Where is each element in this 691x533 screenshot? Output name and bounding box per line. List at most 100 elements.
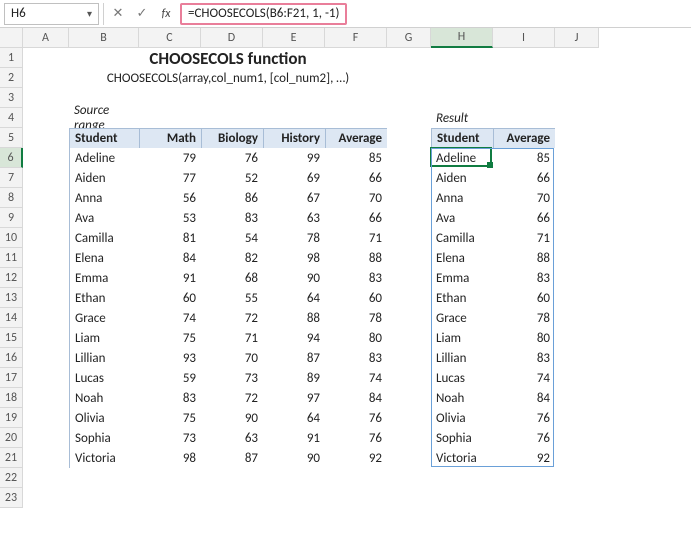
cell[interactable] <box>387 328 431 348</box>
table-cell[interactable]: 71 <box>201 328 263 348</box>
select-all-corner[interactable] <box>0 28 23 48</box>
row-header[interactable]: 6 <box>0 148 23 168</box>
table-cell[interactable]: 99 <box>263 148 325 168</box>
table-cell[interactable]: 83 <box>493 348 555 368</box>
cell[interactable] <box>263 488 325 508</box>
table-cell[interactable]: 59 <box>139 368 201 388</box>
cell[interactable] <box>387 468 431 488</box>
table-cell[interactable]: Grace <box>69 308 139 328</box>
cell[interactable] <box>387 448 431 468</box>
table-cell[interactable]: 55 <box>201 288 263 308</box>
col-header[interactable]: G <box>387 28 431 48</box>
col-header[interactable]: I <box>493 28 555 48</box>
table-cell[interactable]: 84 <box>493 388 555 408</box>
cell[interactable] <box>69 488 139 508</box>
cell[interactable] <box>555 208 599 228</box>
table-cell[interactable]: Lillian <box>431 348 493 368</box>
cell[interactable] <box>325 468 387 488</box>
table-cell[interactable]: 86 <box>201 188 263 208</box>
cell[interactable] <box>555 328 599 348</box>
table-cell[interactable]: Olivia <box>431 408 493 428</box>
cell[interactable] <box>23 148 69 168</box>
table-cell[interactable]: Liam <box>69 328 139 348</box>
cell[interactable] <box>493 88 555 108</box>
table-cell[interactable]: 52 <box>201 168 263 188</box>
table-cell[interactable]: 74 <box>325 368 387 388</box>
table-cell[interactable]: 93 <box>139 348 201 368</box>
cell[interactable] <box>23 488 69 508</box>
row-header[interactable]: 21 <box>0 448 23 468</box>
table-cell[interactable]: 87 <box>263 348 325 368</box>
cell[interactable] <box>387 228 431 248</box>
col-header[interactable]: E <box>263 28 325 48</box>
name-box[interactable]: H6 ▾ <box>4 3 99 25</box>
row-header[interactable]: 1 <box>0 48 23 68</box>
cell[interactable] <box>493 48 555 68</box>
cell[interactable] <box>387 368 431 388</box>
table-cell[interactable]: 75 <box>139 408 201 428</box>
table-cell[interactable]: 91 <box>139 268 201 288</box>
cell[interactable] <box>387 148 431 168</box>
table-cell[interactable]: 73 <box>201 368 263 388</box>
table-cell[interactable]: Emma <box>69 268 139 288</box>
cell[interactable] <box>201 488 263 508</box>
table-cell[interactable]: Camilla <box>69 228 139 248</box>
cell[interactable] <box>263 468 325 488</box>
table-cell[interactable]: 70 <box>493 188 555 208</box>
table-cell[interactable]: 81 <box>139 228 201 248</box>
table-cell[interactable]: Liam <box>431 328 493 348</box>
table-cell[interactable]: 76 <box>493 428 555 448</box>
table-cell[interactable]: Lucas <box>69 368 139 388</box>
row-header[interactable]: 12 <box>0 268 23 288</box>
cell[interactable] <box>139 88 201 108</box>
table-cell[interactable]: 90 <box>263 268 325 288</box>
cell[interactable] <box>23 248 69 268</box>
cell[interactable] <box>493 108 555 128</box>
table-cell[interactable]: 70 <box>201 348 263 368</box>
row-header[interactable]: 23 <box>0 488 23 508</box>
table-cell[interactable]: 87 <box>201 448 263 468</box>
cell[interactable] <box>555 148 599 168</box>
table-cell[interactable]: Anna <box>431 188 493 208</box>
cell[interactable] <box>555 88 599 108</box>
table-cell[interactable]: Adeline <box>431 148 493 168</box>
table-cell[interactable]: Olivia <box>69 408 139 428</box>
cell[interactable] <box>431 88 493 108</box>
cell[interactable] <box>555 168 599 188</box>
cell[interactable] <box>387 168 431 188</box>
chevron-down-icon[interactable]: ▾ <box>87 7 92 20</box>
table-cell[interactable]: Ethan <box>69 288 139 308</box>
cell[interactable] <box>555 188 599 208</box>
row-header[interactable]: 3 <box>0 88 23 108</box>
table-cell[interactable]: 67 <box>263 188 325 208</box>
cell[interactable] <box>431 48 493 68</box>
table-cell[interactable]: 64 <box>263 408 325 428</box>
table-cell[interactable]: 88 <box>493 248 555 268</box>
table-cell[interactable]: Victoria <box>431 448 493 468</box>
cell[interactable] <box>555 108 599 128</box>
cell[interactable] <box>555 408 599 428</box>
cell[interactable] <box>201 108 263 128</box>
cell[interactable] <box>201 88 263 108</box>
cell[interactable] <box>23 208 69 228</box>
formula-input[interactable]: =CHOOSECOLS(B6:F21, 1, -1) <box>188 6 339 21</box>
row-header[interactable]: 19 <box>0 408 23 428</box>
table-cell[interactable]: Emma <box>431 268 493 288</box>
col-header[interactable]: J <box>555 28 599 48</box>
cell[interactable] <box>263 108 325 128</box>
table-cell[interactable]: 77 <box>139 168 201 188</box>
cell[interactable] <box>387 68 431 88</box>
cell[interactable] <box>387 428 431 448</box>
row-header[interactable]: 15 <box>0 328 23 348</box>
table-cell[interactable]: 90 <box>201 408 263 428</box>
fx-icon[interactable]: fx <box>156 7 176 21</box>
cell[interactable] <box>387 128 431 148</box>
row-header[interactable]: 8 <box>0 188 23 208</box>
table-cell[interactable]: Camilla <box>431 228 493 248</box>
cell[interactable] <box>555 128 599 148</box>
table-cell[interactable]: 78 <box>325 308 387 328</box>
col-header[interactable]: F <box>325 28 387 48</box>
cell[interactable] <box>23 268 69 288</box>
table-cell[interactable]: 88 <box>263 308 325 328</box>
table-cell[interactable]: 84 <box>139 248 201 268</box>
